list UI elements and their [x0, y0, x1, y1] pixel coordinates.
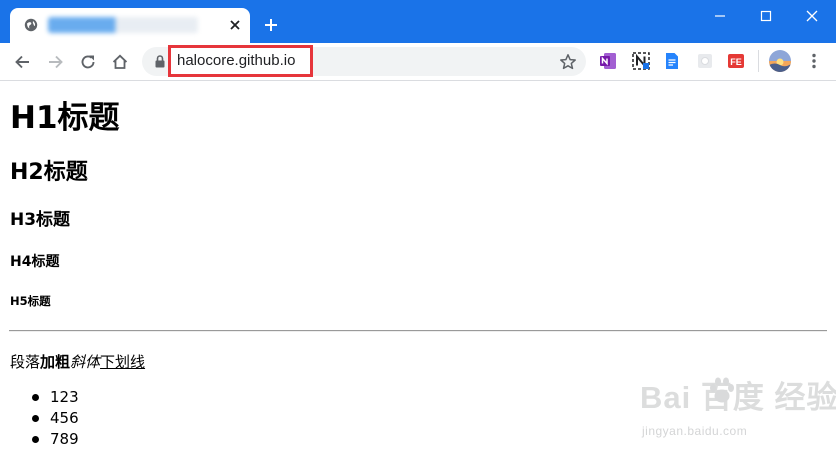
notion-icon[interactable]: [631, 51, 651, 71]
paragraph-italic: 斜体: [70, 353, 101, 371]
title-bar: [0, 0, 836, 43]
fe-helper-icon[interactable]: FE: [726, 51, 746, 71]
back-arrow-icon[interactable]: [13, 52, 33, 72]
url-text[interactable]: halocore.github.io: [177, 52, 295, 69]
reload-icon[interactable]: [78, 52, 98, 72]
grey-extension-icon[interactable]: [695, 51, 715, 71]
paragraph-underline: 下划线: [100, 353, 146, 371]
paragraph-bold: 加粗: [40, 353, 71, 371]
more-menu-icon[interactable]: [804, 51, 824, 71]
close-window-icon[interactable]: [800, 6, 824, 26]
toolbar-separator: [758, 50, 759, 72]
maximize-icon[interactable]: [754, 6, 778, 26]
bookmark-star-icon[interactable]: [558, 52, 578, 72]
heading-2: H2标题: [10, 160, 88, 185]
list-item: 123: [0, 387, 79, 408]
close-tab-icon[interactable]: [226, 16, 244, 34]
paragraph: 段落加粗斜体下划线: [10, 351, 145, 372]
list-item: 456: [0, 408, 79, 429]
paragraph-plain: 段落: [10, 353, 41, 371]
new-tab-icon[interactable]: [262, 16, 280, 34]
lock-icon[interactable]: [153, 54, 167, 69]
onenote-icon[interactable]: [598, 51, 618, 71]
heading-3: H3标题: [10, 210, 71, 230]
profile-avatar[interactable]: [769, 50, 791, 72]
docs-icon[interactable]: [662, 51, 682, 71]
minimize-icon[interactable]: [708, 6, 732, 26]
forward-arrow-icon[interactable]: [45, 52, 65, 72]
list-item: 789: [0, 429, 79, 450]
home-icon[interactable]: [110, 52, 130, 72]
horizontal-rule: [9, 330, 827, 332]
page-content: H1标题 H2标题 H3标题 H4标题 H5标题 段落加粗斜体下划线 123 4…: [0, 81, 836, 451]
bullet-list: 123 456 789: [0, 387, 79, 450]
globe-icon: [24, 18, 38, 32]
heading-1: H1标题: [10, 100, 120, 136]
tab-title: [48, 17, 198, 33]
heading-5: H5标题: [10, 294, 51, 308]
svg-text:FE: FE: [730, 57, 742, 67]
browser-tab[interactable]: [10, 8, 250, 43]
heading-4: H4标题: [10, 254, 60, 270]
